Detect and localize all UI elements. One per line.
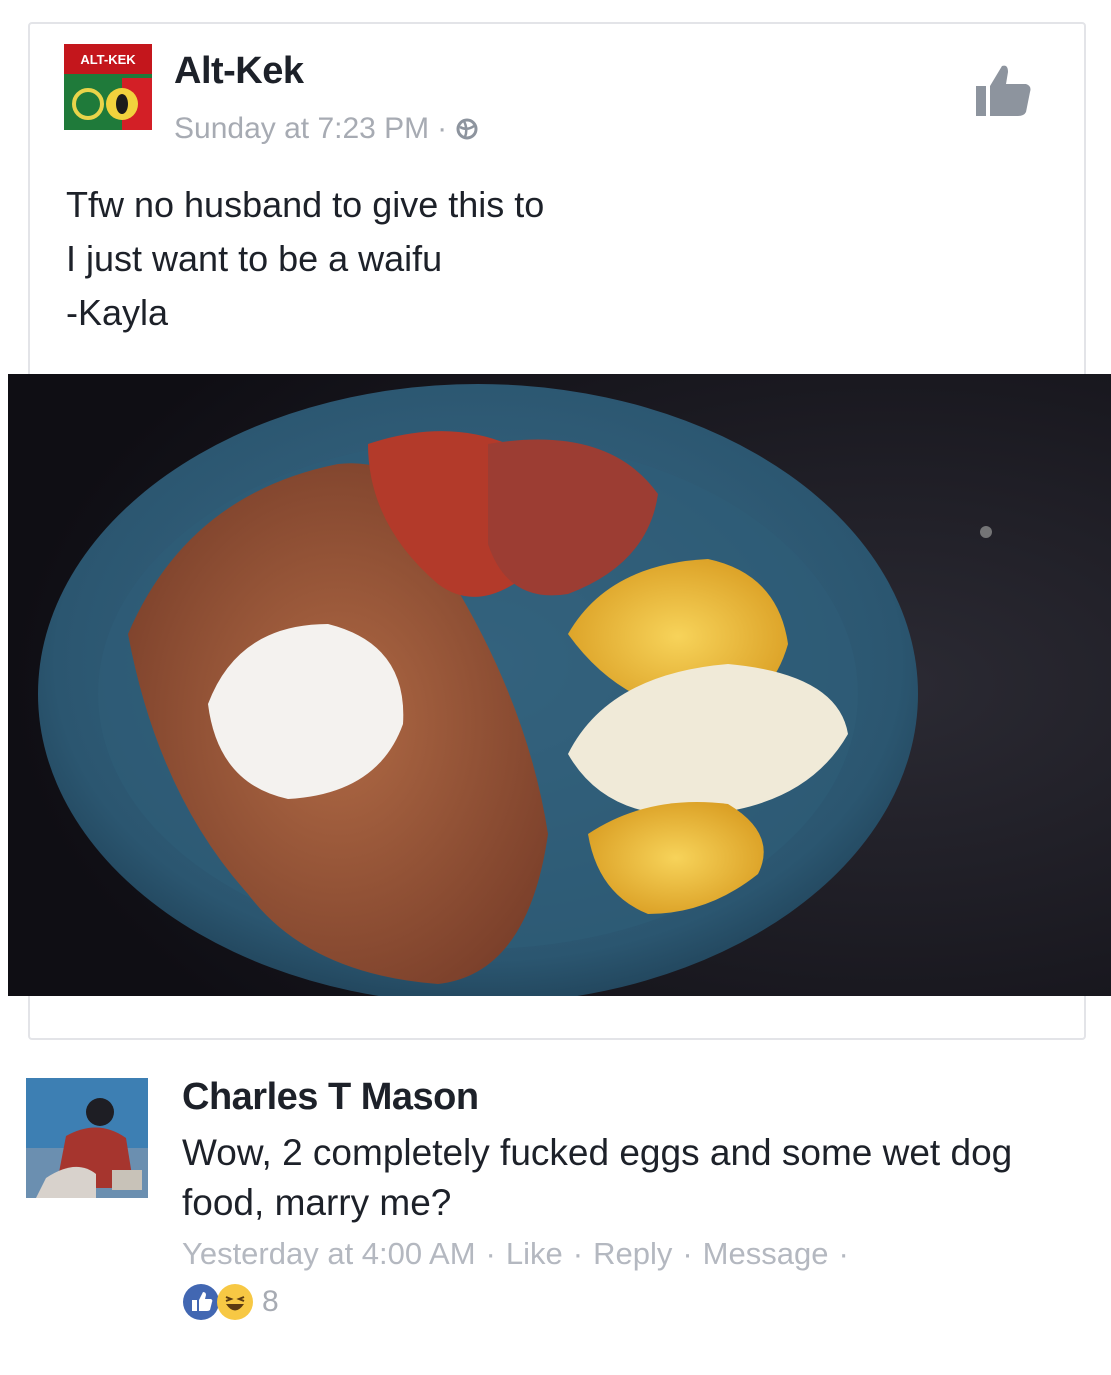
page-avatar[interactable]: ALT-KEK bbox=[64, 44, 152, 130]
thumbs-up-icon bbox=[976, 65, 1031, 116]
post-text-line: I just want to be a waifu bbox=[66, 238, 443, 279]
reaction-count: 8 bbox=[262, 1285, 279, 1318]
meta-separator: · bbox=[437, 112, 448, 145]
post-author-name[interactable]: Alt-Kek bbox=[174, 50, 304, 93]
action-separator: · bbox=[485, 1236, 496, 1271]
action-separator: · bbox=[572, 1236, 584, 1271]
comment-message-link[interactable]: Message bbox=[703, 1236, 829, 1272]
like-reaction-icon bbox=[183, 1284, 219, 1320]
comment-avatar[interactable] bbox=[26, 1078, 148, 1198]
reaction-summary[interactable]: 8 bbox=[182, 1282, 279, 1322]
comment-timestamp[interactable]: Yesterday at 4:00 AM bbox=[182, 1236, 476, 1272]
comment-text: Wow, 2 completely fucked eggs and some w… bbox=[182, 1132, 1013, 1223]
comment-actions: Yesterday at 4:00 AM · Like · Reply · Me… bbox=[182, 1236, 849, 1272]
action-separator: · bbox=[682, 1236, 693, 1271]
comment-like-link[interactable]: Like bbox=[506, 1236, 563, 1272]
avatar-logo-text: ALT-KEK bbox=[80, 52, 136, 67]
action-separator: · bbox=[838, 1236, 849, 1271]
post-meta: Sunday at 7:23 PM · bbox=[174, 112, 479, 146]
post-body: Tfw no husband to give this to I just wa… bbox=[66, 178, 544, 340]
post-timestamp[interactable]: Sunday at 7:23 PM bbox=[174, 112, 429, 146]
comment-author-name[interactable]: Charles T Mason bbox=[182, 1076, 479, 1119]
post-text-line: Tfw no husband to give this to bbox=[66, 184, 545, 225]
like-page-button[interactable] bbox=[970, 58, 1036, 124]
haha-reaction-icon bbox=[217, 1284, 253, 1320]
post-text-line: -Kayla bbox=[66, 292, 169, 333]
post-photo[interactable] bbox=[8, 374, 1111, 996]
comment-reply-link[interactable]: Reply bbox=[593, 1236, 672, 1272]
globe-icon bbox=[456, 118, 478, 140]
